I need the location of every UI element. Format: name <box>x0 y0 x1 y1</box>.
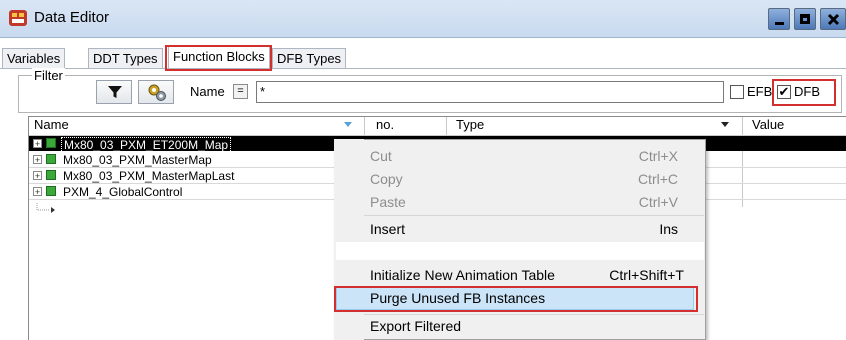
filter-legend: Filter <box>32 68 65 83</box>
expand-toggle[interactable]: + <box>33 155 42 165</box>
row-name: Mx80_03_PXM_MasterMap <box>63 153 212 167</box>
minimize-button[interactable] <box>768 8 790 30</box>
function-block-icon <box>46 138 56 148</box>
menu-separator <box>364 215 704 216</box>
filter-name-input[interactable]: * <box>256 81 724 103</box>
filter-settings-button[interactable] <box>138 80 174 104</box>
function-block-icon <box>46 186 56 196</box>
filter-operator-button[interactable]: = <box>233 84 248 99</box>
type-dropdown-icon[interactable] <box>721 122 729 128</box>
row-name: PXM_4_GlobalControl <box>63 185 183 199</box>
expand-toggle[interactable]: + <box>33 171 42 181</box>
menu-shortcut-paste: Ctrl+V <box>638 194 678 210</box>
gears-icon <box>148 84 166 101</box>
menu-item-cut[interactable]: Cut <box>370 148 392 164</box>
new-row-indicator-icon[interactable] <box>36 203 62 215</box>
menu-item-copy[interactable]: Copy <box>370 171 403 187</box>
row-name: Mx80_03_PXM_ET200M_Map <box>61 137 232 153</box>
efb-label: EFB <box>747 84 773 99</box>
efb-checkbox[interactable] <box>730 85 744 99</box>
apply-filter-button[interactable] <box>96 80 132 104</box>
close-button[interactable] <box>820 8 846 30</box>
menu-gap <box>336 242 704 260</box>
row-name: Mx80_03_PXM_MasterMapLast <box>63 169 235 183</box>
annotation-highlight-dfb <box>772 79 836 106</box>
annotation-highlight-purge <box>334 286 698 312</box>
window-title: Data Editor <box>34 9 110 26</box>
annotation-highlight-tab <box>165 45 272 71</box>
expand-toggle[interactable]: + <box>33 139 42 149</box>
expand-toggle[interactable]: + <box>33 187 42 197</box>
tab-divider <box>0 68 846 69</box>
filter-name-label: Name <box>190 84 225 99</box>
close-icon <box>827 13 840 26</box>
maximize-button[interactable] <box>794 8 816 30</box>
tab-variables[interactable]: Variables <box>2 48 66 68</box>
data-editor-app-icon <box>8 8 28 28</box>
menu-shortcut-cut: Ctrl+X <box>638 148 678 164</box>
column-header-value[interactable]: Value <box>748 117 838 135</box>
title-bar <box>0 0 846 38</box>
menu-item-insert[interactable]: Insert <box>370 221 405 237</box>
sort-arrow-icon <box>344 122 352 127</box>
column-header-no[interactable]: no. <box>372 117 442 135</box>
tab-dfb-types[interactable]: DFB Types <box>272 48 347 68</box>
minimize-icon <box>775 22 784 25</box>
tab-ddt-types[interactable]: DDT Types <box>88 48 163 68</box>
menu-item-initialize-animation-table[interactable]: Initialize New Animation Table <box>370 267 555 283</box>
column-header-name[interactable]: Name <box>30 117 364 135</box>
menu-shortcut-initialize-animation-table: Ctrl+Shift+T <box>609 267 684 283</box>
column-header-type[interactable]: Type <box>452 117 712 135</box>
function-block-icon <box>46 154 56 164</box>
menu-shortcut-insert: Ins <box>659 221 678 237</box>
function-block-icon <box>46 170 56 180</box>
menu-item-export-filtered[interactable]: Export Filtered <box>370 318 461 334</box>
funnel-icon <box>108 86 122 98</box>
menu-item-paste[interactable]: Paste <box>370 194 406 210</box>
maximize-icon <box>800 14 810 24</box>
menu-separator <box>364 314 704 315</box>
menu-shortcut-copy: Ctrl+C <box>637 171 678 187</box>
